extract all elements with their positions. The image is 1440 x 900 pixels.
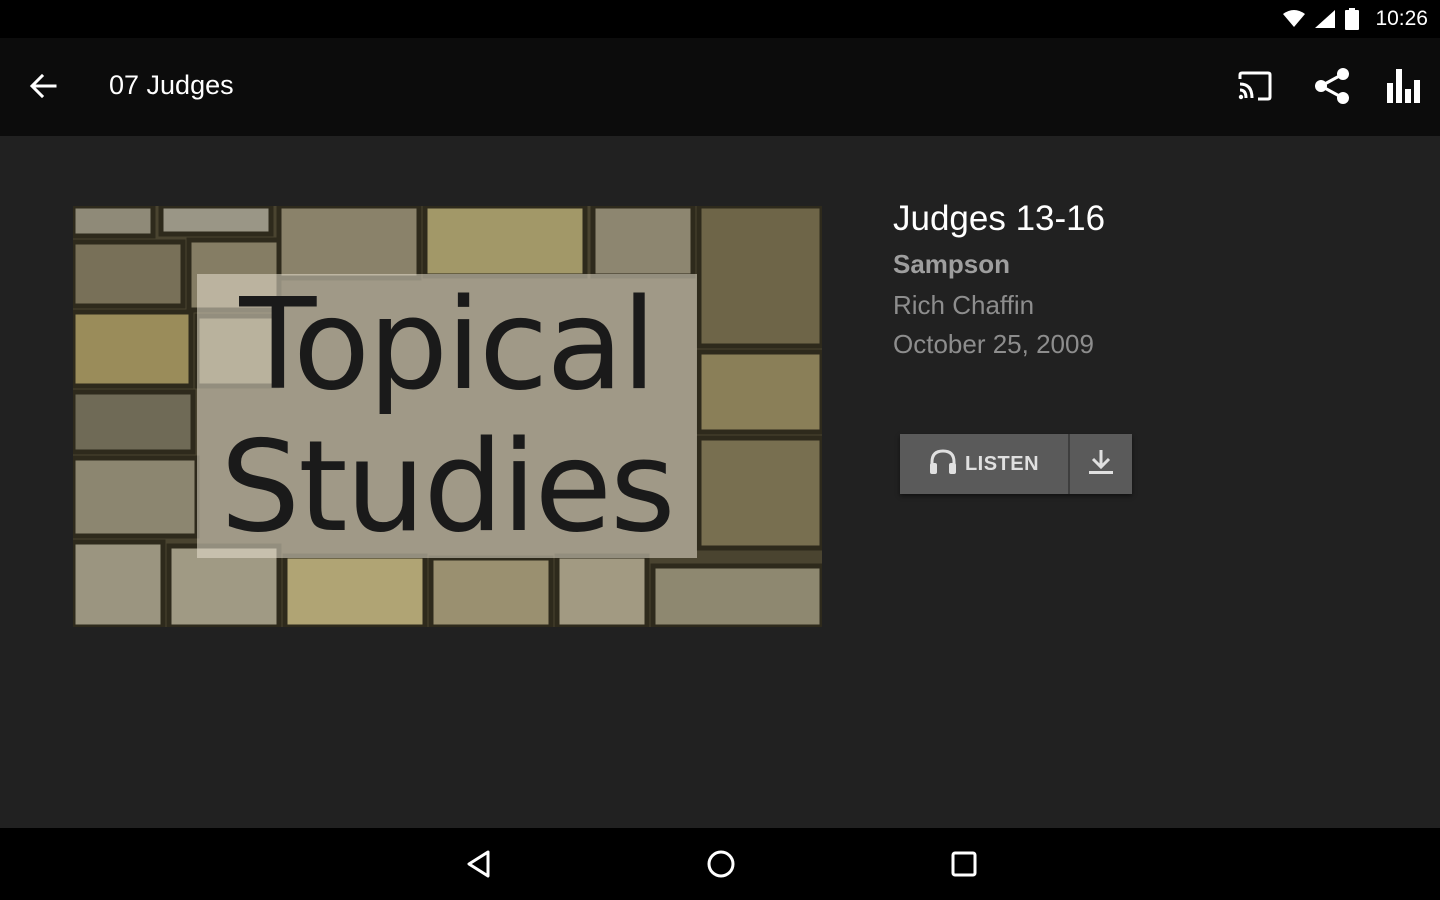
message-speaker: Rich Chaffin: [893, 290, 1035, 320]
message-date: October 25, 2009: [893, 329, 1094, 359]
nav-back-button[interactable]: [457, 844, 501, 888]
nav-home-icon: [706, 849, 736, 884]
share-button[interactable]: [1307, 63, 1357, 113]
system-nav-bar: [0, 828, 1440, 900]
nav-recents-icon: [950, 850, 978, 883]
status-time: 10:26: [1375, 7, 1428, 30]
listen-button[interactable]: LISTEN: [900, 434, 1068, 494]
headphones-icon: [929, 448, 957, 480]
share-icon: [1313, 67, 1351, 110]
message-detail: Topical Studies Judges 13-16 Sampson Ric…: [0, 136, 1440, 828]
app-toolbar: 07 Judges: [0, 38, 1440, 136]
bar-chart-icon: [1386, 68, 1424, 108]
listen-label: LISTEN: [964, 452, 1040, 475]
page-title: 07 Judges: [109, 70, 234, 100]
arrow-back-icon: [29, 73, 57, 103]
playback-actions: LISTEN: [900, 434, 1132, 494]
download-icon: [1087, 448, 1115, 481]
artwork-title-line-1: Topical: [239, 271, 656, 418]
wifi-icon: [1283, 10, 1306, 28]
nav-home-button[interactable]: [699, 844, 743, 888]
status-bar: 10:26: [0, 0, 1440, 38]
series-artwork: Topical Studies: [73, 206, 822, 627]
back-button[interactable]: [18, 63, 68, 113]
battery-icon: [1345, 8, 1360, 30]
nav-back-icon: [466, 849, 492, 884]
message-title: Judges 13-16: [893, 199, 1106, 238]
artwork-title-line-2: Studies: [220, 413, 675, 560]
message-info: Judges 13-16 Sampson Rich Chaffin Octobe…: [893, 196, 1105, 364]
artwork-title-panel: Topical Studies: [197, 271, 697, 560]
cell-signal-icon: [1315, 10, 1336, 28]
stats-button[interactable]: [1380, 63, 1430, 113]
cast-icon: [1237, 71, 1273, 106]
download-button[interactable]: [1070, 434, 1132, 494]
nav-recents-button[interactable]: [942, 844, 986, 888]
message-subtitle: Sampson: [893, 249, 1011, 279]
cast-button[interactable]: [1230, 63, 1280, 113]
